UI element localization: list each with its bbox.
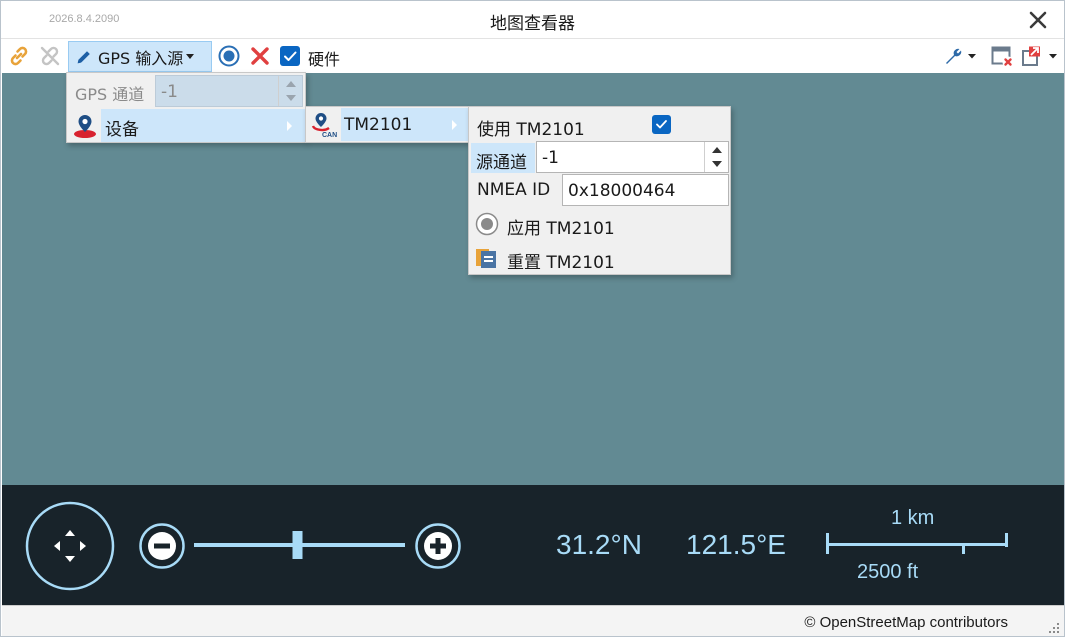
spin-arrows[interactable]	[278, 76, 302, 106]
zoom-in-button[interactable]	[414, 522, 462, 570]
pan-down-icon	[65, 556, 75, 562]
gps-channel-spinbox[interactable]: -1	[155, 75, 303, 107]
close-icon[interactable]	[1025, 7, 1051, 33]
map-attribution[interactable]: © OpenStreetMap contributors	[804, 614, 1008, 631]
gps-source-menu: GPS 通道 -1 设备	[66, 72, 306, 143]
unlink-icon[interactable]	[38, 44, 62, 68]
source-channel-label: 源通道	[476, 153, 527, 173]
pan-up-icon	[65, 530, 75, 536]
gps-source-button[interactable]: GPS 输入源	[68, 41, 212, 72]
chevron-right-icon	[452, 120, 457, 130]
pan-right-icon	[80, 541, 86, 551]
chevron-down-icon	[186, 54, 195, 59]
radio-apply-icon[interactable]	[475, 212, 499, 236]
device-menu: CAN TM2101	[305, 106, 469, 143]
svg-text:CAN: CAN	[322, 132, 337, 139]
pan-control[interactable]	[24, 500, 116, 592]
zoom-out-button[interactable]	[138, 522, 186, 570]
hardware-checkbox[interactable]	[278, 44, 302, 68]
tm2101-menu: 使用 TM2101 源通道 -1 NMEA ID 0x18000464 应用 T…	[468, 106, 731, 275]
close-tracks-icon[interactable]	[990, 44, 1014, 68]
delete-icon[interactable]	[248, 44, 272, 68]
export-icon[interactable]	[1020, 44, 1060, 68]
device-label: 设备	[105, 120, 139, 140]
scale-bar	[826, 533, 1008, 554]
zoom-slider[interactable]	[192, 525, 407, 565]
reset-tm2101-label[interactable]: 重置 TM2101	[507, 248, 615, 273]
reset-document-icon	[476, 249, 496, 268]
chevron-right-icon	[287, 121, 292, 131]
gps-source-label: GPS 输入源	[98, 48, 184, 68]
pan-left-icon	[54, 541, 60, 551]
minus-icon	[154, 543, 170, 549]
can-device-icon: CAN	[311, 113, 337, 139]
title-bar: 2026.8.4.2090 地图查看器	[1, 1, 1064, 39]
spin-arrows[interactable]	[704, 142, 728, 172]
use-tm2101-checkbox[interactable]	[651, 114, 672, 135]
latitude-readout: 31.2°N	[556, 529, 642, 560]
toolbar: GPS 输入源 硬件	[1, 40, 1064, 73]
pencil-icon	[77, 50, 90, 63]
zoom-slider-thumb	[292, 531, 303, 559]
map-control-panel: 31.2°N 121.5°E 1 km 2500 ft	[2, 485, 1064, 605]
apply-tm2101-label[interactable]: 应用 TM2101	[507, 214, 615, 239]
tm2101-item-label: TM2101	[344, 115, 413, 135]
status-bar: © OpenStreetMap contributors	[2, 605, 1064, 636]
source-channel-value: -1	[542, 148, 559, 168]
scale-metric-label: 1 km	[891, 507, 935, 529]
use-tm2101-label: 使用 TM2101	[477, 120, 585, 140]
settings-wrench-icon[interactable]	[941, 44, 979, 68]
source-channel-spinbox[interactable]: -1	[536, 141, 729, 173]
nmea-id-label: NMEA ID	[477, 180, 551, 200]
record-icon[interactable]	[217, 44, 241, 68]
scale-imperial-label: 2500 ft	[857, 561, 919, 583]
resize-grip-icon[interactable]	[1048, 622, 1060, 634]
gps-channel-value: -1	[161, 82, 178, 102]
hardware-label: 硬件	[308, 50, 341, 69]
longitude-readout: 121.5°E	[686, 529, 786, 560]
nmea-id-value: 0x18000464	[568, 181, 676, 201]
nmea-id-input[interactable]: 0x18000464	[562, 174, 729, 206]
location-pin-icon	[74, 115, 96, 138]
link-icon[interactable]	[7, 44, 31, 68]
window-title: 地图查看器	[490, 14, 575, 34]
gps-channel-label: GPS 通道	[75, 85, 145, 104]
